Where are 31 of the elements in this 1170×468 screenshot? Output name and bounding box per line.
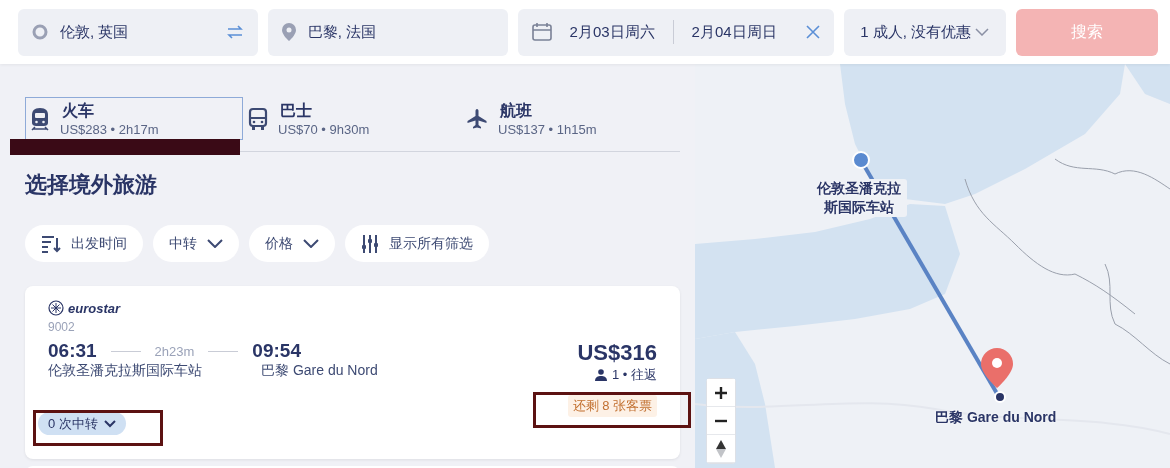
price: US$316: [577, 340, 657, 366]
arrival-time: 09:54: [252, 340, 301, 362]
departure-station: 伦敦圣潘克拉斯国际车站: [48, 362, 203, 380]
duration: 2h23m: [154, 343, 195, 359]
destination-field[interactable]: 巴黎, 法国: [267, 8, 508, 56]
tab-summary: US$137 • 1h15m: [498, 121, 597, 137]
departure-time: 06:31: [48, 340, 97, 362]
filter-button[interactable]: 出发时间: [25, 225, 143, 262]
departure-date[interactable]: 2月03日周六: [561, 22, 663, 42]
transport-tab[interactable]: 巴士 US$70 • 9h30m: [243, 97, 461, 140]
filter-button[interactable]: 价格: [249, 225, 335, 262]
tab-label: 火车: [62, 100, 95, 121]
destination-label: 巴黎 Gare du Nord: [935, 409, 1057, 427]
tab-label: 巴士: [280, 100, 313, 121]
tab-label: 航班: [500, 100, 533, 121]
tab-summary: US$70 • 9h30m: [278, 121, 370, 137]
seats-left-badge: 还剩 8 张客票: [567, 395, 657, 417]
origin-field[interactable]: 伦敦, 英国: [18, 8, 258, 56]
filter-button[interactable]: 中转: [153, 225, 239, 262]
transport-tab[interactable]: 航班 US$137 • 1h15m: [461, 97, 679, 140]
return-date[interactable]: 2月04日周日: [683, 22, 785, 42]
arrival-station: 巴黎 Gare du Nord: [261, 362, 378, 380]
operator-logo: eurostar: [68, 300, 121, 316]
tab-summary: US$283 • 2h17m: [60, 121, 159, 137]
page-heading: 选择境外旅游: [25, 171, 158, 199]
transfers-button[interactable]: 0 次中转: [38, 412, 126, 435]
passengers-field[interactable]: 1 成人, 没有优惠: [844, 8, 1007, 56]
traveller-info: 1 • 往返: [612, 366, 657, 384]
train-number: 9002: [48, 320, 76, 334]
result-card[interactable]: eurostar 9002 06:31 2h23m 09:54 伦敦圣潘克拉斯国际车站 巴黎 Gare du Nord US$316 1 • 往返 还剩 8 张客票 0 次中转: [25, 286, 680, 459]
filter-button[interactable]: 显示所有筛选: [345, 225, 489, 262]
